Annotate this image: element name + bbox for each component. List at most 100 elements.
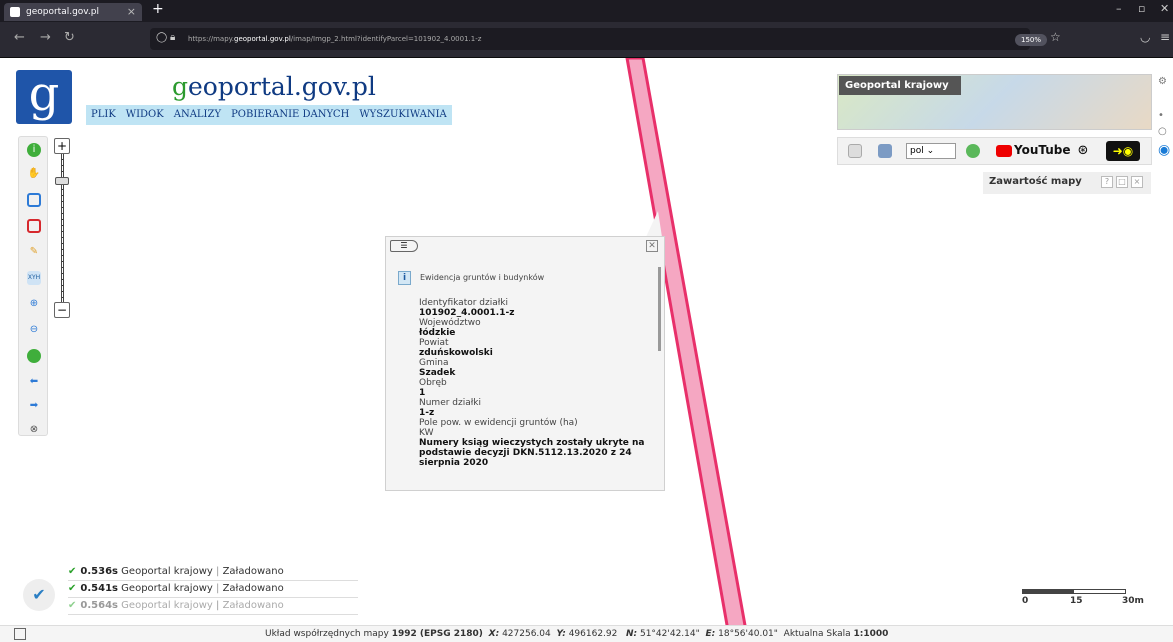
settings-gear-icon[interactable]: ⚙ xyxy=(1158,76,1167,87)
contrast-eye-button[interactable]: ➜◉ xyxy=(1106,141,1140,161)
scale-label-30: 30m xyxy=(1122,596,1144,606)
scale-label-0: 0 xyxy=(1022,596,1029,606)
coordinates-readout: Układ współrzędnych mapy 1992 (EPSG 2180… xyxy=(265,629,889,639)
map-tools-toolbar: i ✋ ✎ XYH ⊕ ⊖ ⬅ ➡ ⊗ xyxy=(18,136,48,436)
field-value: Numery ksiąg wieczystych zostały ukryte … xyxy=(419,438,645,468)
bookmark-star-icon[interactable]: ☆ xyxy=(1050,30,1061,44)
forward-icon[interactable]: → xyxy=(40,30,51,45)
popup-close-icon[interactable]: ✕ xyxy=(646,240,658,252)
youtube-link[interactable]: YouTube xyxy=(996,143,1071,157)
back-icon[interactable]: ← xyxy=(14,30,25,45)
print-icon[interactable] xyxy=(878,144,892,158)
field-label: Gmina xyxy=(419,358,449,368)
base-map-thumbnail[interactable]: Geoportal krajowy xyxy=(837,74,1152,130)
menu-item-analizy[interactable]: ANALIZY xyxy=(169,105,226,125)
zoom-thumb[interactable] xyxy=(55,177,69,185)
info-icon: i xyxy=(398,271,411,285)
popup-list-back-button[interactable]: ☰ xyxy=(390,240,418,252)
xyz-coordinates-icon[interactable]: XYH xyxy=(27,271,41,285)
scale-label-15: 15 xyxy=(1070,596,1083,606)
layer-load-log: ✔ 0.536s Geoportal krajowy | Załadowano ✔… xyxy=(68,564,358,615)
map-application: g geoportal.gov.pl PLIK WIDOK ANALIZY PO… xyxy=(0,58,1173,642)
field-value: 101902_4.0001.1-z xyxy=(419,308,515,318)
identify-popup: ☰ ✕ i Ewidencja gruntów i budynków Ident… xyxy=(385,236,665,491)
language-select[interactable]: pol ⌄ xyxy=(906,143,956,159)
identify-info-icon[interactable]: i xyxy=(27,143,41,157)
close-panel-button[interactable]: × xyxy=(1131,176,1143,188)
load-row: ✔ 0.564s Geoportal krajowy | Załadowano xyxy=(68,598,358,615)
dot-icon[interactable]: • xyxy=(1158,110,1164,121)
legend-icon[interactable] xyxy=(848,144,862,158)
lock-icon[interactable]: 🔒︎ xyxy=(170,32,175,43)
field-label: Numer działki xyxy=(419,398,482,408)
popup-title: Ewidencja gruntów i budynków xyxy=(420,273,545,282)
zoom-out-icon[interactable]: ⊖ xyxy=(27,323,41,337)
field-value: 1-z xyxy=(419,408,435,418)
popup-pointer xyxy=(646,211,662,237)
resize-corner-icon[interactable] xyxy=(14,628,26,640)
brand-title: geoportal.gov.pl xyxy=(172,72,376,101)
menu-item-wyszukiwania[interactable]: WYSZUKIWANIA xyxy=(354,105,451,125)
tools-icon-bar: pol ⌄ YouTube ⊛ ➜◉ xyxy=(837,137,1152,165)
pocket-icon[interactable]: ◡ xyxy=(1140,30,1150,44)
field-label: Identyfikator działki xyxy=(419,298,509,308)
menu-item-pobieranie-danych[interactable]: POBIERANIE DANYCH xyxy=(226,105,354,125)
navigation-bar: ← → ↻ ◯ 🔒︎ https://mapy.geoportal.gov.pl… xyxy=(0,22,1173,58)
field-label: Powiat xyxy=(419,338,449,348)
help-button[interactable]: ? xyxy=(1101,176,1113,188)
help-icon[interactable] xyxy=(966,144,980,158)
load-row: ✔ 0.541s Geoportal krajowy | Załadowano xyxy=(68,581,358,598)
tab-title: geoportal.gov.pl xyxy=(26,7,100,17)
url-bar[interactable]: ◯ 🔒︎ https://mapy.geoportal.gov.pl/imap/… xyxy=(150,28,1030,50)
menu-icon[interactable]: ≡ xyxy=(1160,30,1170,44)
full-extent-globe-icon[interactable] xyxy=(27,349,41,363)
tab-close-icon[interactable]: × xyxy=(127,3,136,21)
base-map-label: Geoportal krajowy xyxy=(839,76,961,95)
close-window-icon[interactable]: ✕ xyxy=(1160,2,1169,15)
browser-tab-strip: geoportal.gov.pl × + – ▫ ✕ xyxy=(0,0,1173,22)
maximize-window-icon[interactable]: ▫ xyxy=(1138,2,1145,15)
field-label: Obręb xyxy=(419,378,447,388)
field-label: Pole pow. w ewidencji gruntów (ha) xyxy=(419,418,578,428)
map-content-panel-header[interactable]: Zawartość mapy ? □ × xyxy=(983,172,1151,194)
minimize-panel-button[interactable]: □ xyxy=(1116,176,1128,188)
browser-tab[interactable]: geoportal.gov.pl × xyxy=(4,3,142,21)
new-tab-button[interactable]: + xyxy=(152,1,164,17)
dot-icon[interactable]: ○ xyxy=(1158,126,1167,137)
zoom-in-icon[interactable]: ⊕ xyxy=(27,297,41,311)
popup-header: ☰ ✕ xyxy=(386,237,664,257)
scale-bar-graphic xyxy=(1022,589,1126,594)
shield-icon[interactable]: ◯ xyxy=(156,32,167,43)
scale-bar: 0 15 30m xyxy=(1022,589,1146,607)
zoom-minus-button[interactable]: − xyxy=(54,302,70,318)
url-text: https://mapy.geoportal.gov.pl/imap/Imgp_… xyxy=(188,35,482,43)
pan-hand-icon[interactable]: ✋ xyxy=(27,167,41,181)
clear-selection-icon[interactable]: ⊗ xyxy=(27,423,41,437)
parcel-attributes: Identyfikator działki 101902_4.0001.1-z … xyxy=(419,298,659,469)
field-label: Województwo xyxy=(419,318,481,328)
field-label: KW xyxy=(419,428,434,438)
field-value: zduńskowolski xyxy=(419,348,493,358)
geoportal-logo[interactable]: g xyxy=(16,70,72,124)
eye-icon[interactable]: ◉ xyxy=(1158,142,1170,158)
menu-item-plik[interactable]: PLIK xyxy=(86,105,121,125)
status-bar: Układ współrzędnych mapy 1992 (EPSG 2180… xyxy=(0,625,1173,642)
load-status-check-icon[interactable]: ✔ xyxy=(23,579,55,611)
minimize-window-icon[interactable]: – xyxy=(1116,2,1122,15)
accessibility-icon[interactable]: ⊛ xyxy=(1076,144,1090,158)
reload-icon[interactable]: ↻ xyxy=(64,30,75,45)
zoom-box-select-icon[interactable] xyxy=(27,193,41,207)
map-content-title: Zawartość mapy xyxy=(989,176,1082,187)
pencil-draw-icon[interactable]: ✎ xyxy=(27,245,41,259)
favicon-icon xyxy=(10,7,20,17)
previous-view-arrow-icon[interactable]: ⬅ xyxy=(27,375,41,389)
field-value: 1 xyxy=(419,388,426,398)
next-view-arrow-icon[interactable]: ➡ xyxy=(27,399,41,413)
field-value: łódzkie xyxy=(419,328,456,338)
zoom-slider[interactable]: + − xyxy=(54,138,72,318)
zoom-out-box-icon[interactable] xyxy=(27,219,41,233)
menu-item-widok[interactable]: WIDOK xyxy=(121,105,169,125)
field-value: Szadek xyxy=(419,368,456,378)
zoom-plus-button[interactable]: + xyxy=(54,138,70,154)
zoom-level-badge[interactable]: 150% xyxy=(1015,34,1048,46)
